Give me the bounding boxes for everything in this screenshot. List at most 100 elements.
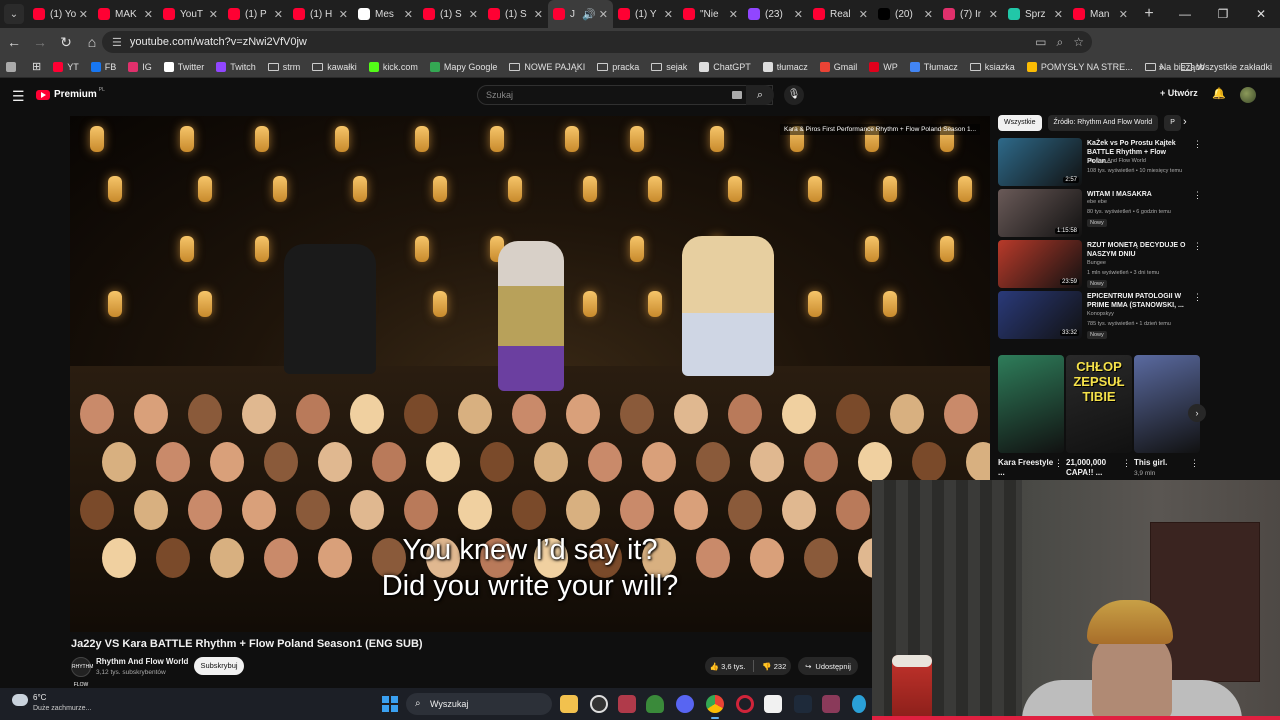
bookmark-item[interactable]: kawałki — [312, 62, 357, 72]
more-options-icon[interactable]: ⋮ — [1190, 458, 1199, 469]
opera-icon[interactable] — [736, 695, 754, 713]
vpn-icon[interactable] — [646, 695, 664, 713]
browser-tab[interactable]: J 🔊 ✕ — [548, 0, 613, 28]
dislike-button[interactable]: 👎 232 — [762, 662, 786, 671]
bookmark-item[interactable]: tłumacz — [762, 61, 808, 72]
address-bar[interactable]: ☰ youtube.com/watch?v=zNwi2VfV0jw ▭ ⌕ ☆ — [102, 31, 1092, 53]
recommended-channel[interactable]: ebe ebe — [1087, 199, 1107, 205]
more-options-icon[interactable]: ⋮ — [1193, 190, 1202, 201]
short-thumbnail[interactable] — [1134, 355, 1200, 453]
tab-close-icon[interactable]: ✕ — [599, 8, 608, 21]
new-tab-button[interactable]: + — [1137, 5, 1161, 23]
more-bookmarks-icon[interactable]: » — [1158, 62, 1163, 72]
tab-close-icon[interactable]: ✕ — [794, 8, 803, 21]
weather-temp[interactable]: 6°C — [33, 693, 46, 702]
minimize-icon[interactable]: — — [1166, 0, 1204, 28]
filter-chip[interactable]: Wszystkie — [998, 115, 1042, 131]
bookmark-item[interactable]: IG — [128, 61, 152, 72]
browser-tab[interactable]: (1) P ✕ — [223, 0, 288, 28]
bookmark-item[interactable]: Gmail — [819, 61, 857, 72]
recommended-title[interactable]: RZUT MONETĄ DECYDUJE O NASZYM DNIU — [1087, 241, 1187, 259]
forward-icon[interactable]: → — [28, 34, 52, 50]
bookmark-item[interactable]: ChatGPT — [699, 61, 751, 72]
video-thumbnail[interactable]: 2:57 — [998, 138, 1082, 186]
capcut-icon[interactable] — [764, 695, 782, 713]
recommended-channel[interactable]: Bungee — [1087, 260, 1106, 266]
recommended-video[interactable]: 33:32 EPICENTRUM PATOLOGII W PRIME MMA (S… — [998, 291, 1202, 339]
file-explorer-icon[interactable] — [560, 695, 578, 713]
apps-icon[interactable] — [6, 61, 20, 72]
filter-chip[interactable]: P — [1164, 115, 1181, 131]
channel-avatar[interactable]: RHYTHM FLOW — [71, 657, 93, 688]
short-title[interactable]: Kara Freestyle ... — [998, 458, 1058, 478]
tab-close-icon[interactable]: ✕ — [339, 8, 348, 21]
bookmark-item[interactable]: ksiazka — [969, 62, 1015, 72]
share-button[interactable]: ↪ Udostępnij — [798, 657, 858, 675]
bookmark-item[interactable]: WP — [869, 61, 898, 72]
tab-close-icon[interactable]: ✕ — [1054, 8, 1063, 21]
browser-tab[interactable]: Sprz ✕ — [1003, 0, 1068, 28]
bookmark-item[interactable]: sejak — [651, 62, 687, 72]
browser-tab[interactable]: (1) H ✕ — [288, 0, 353, 28]
taskbar-search[interactable]: ⌕ Wyszukaj — [406, 693, 552, 715]
grid-icon[interactable]: ⊞ — [32, 60, 41, 73]
tab-close-icon[interactable]: ✕ — [989, 8, 998, 21]
hamburger-menu-icon[interactable]: ☰ — [12, 88, 25, 105]
bookmark-item[interactable]: POMYSŁY NA STRE... — [1026, 61, 1133, 72]
keyboard-icon[interactable] — [732, 91, 742, 99]
app-icon[interactable] — [590, 695, 608, 713]
search-icon[interactable]: ⌕ — [746, 85, 774, 105]
search-input[interactable]: Szukaj — [477, 85, 773, 105]
tab-search-button[interactable]: ⌄ — [4, 4, 24, 24]
cast-icon[interactable]: ▭ — [1035, 35, 1046, 49]
video-thumbnail[interactable]: 33:32 — [998, 291, 1082, 339]
more-options-icon[interactable]: ⋮ — [1054, 458, 1063, 469]
tab-close-icon[interactable]: ✕ — [274, 8, 283, 21]
more-options-icon[interactable]: ⋮ — [1193, 292, 1202, 303]
home-icon[interactable]: ⌂ — [80, 34, 104, 50]
like-button[interactable]: 👍 3,6 tys. — [710, 662, 746, 671]
tab-close-icon[interactable]: ✕ — [1119, 8, 1128, 21]
more-options-icon[interactable]: ⋮ — [1193, 139, 1202, 150]
subscribe-button[interactable]: Subskrybuj — [194, 657, 244, 675]
account-avatar[interactable] — [1240, 87, 1256, 103]
browser-tab[interactable]: (1) S ✕ — [483, 0, 548, 28]
tab-close-icon[interactable]: ✕ — [534, 8, 543, 21]
edge-icon[interactable] — [852, 695, 866, 713]
site-info-icon[interactable]: ☰ — [112, 36, 122, 49]
start-button[interactable] — [382, 696, 398, 712]
microphone-icon[interactable]: 🎙 — [784, 85, 804, 105]
tab-close-icon[interactable]: ✕ — [664, 8, 673, 21]
tab-close-icon[interactable]: ✕ — [859, 8, 868, 21]
bookmark-star-icon[interactable]: ☆ — [1073, 35, 1084, 49]
notifications-bell-icon[interactable]: 🔔 — [1212, 87, 1226, 100]
browser-tab[interactable]: Real ✕ — [808, 0, 873, 28]
tab-close-icon[interactable]: ✕ — [79, 8, 88, 21]
filter-chip[interactable]: Źródło: Rhythm And Flow World — [1047, 115, 1159, 131]
browser-tab[interactable]: (1) Y ✕ — [613, 0, 678, 28]
video-thumbnail[interactable]: 1:15:58 — [998, 189, 1082, 237]
chrome-icon[interactable] — [706, 695, 724, 719]
weather-description[interactable]: Duże zachmurze... — [33, 705, 91, 712]
tab-close-icon[interactable]: ✕ — [924, 8, 933, 21]
discord-icon[interactable] — [676, 695, 694, 713]
recommended-channel[interactable]: Konopskyy — [1087, 311, 1114, 317]
more-options-icon[interactable]: ⋮ — [1122, 458, 1131, 469]
browser-tab[interactable]: MAK ✕ — [93, 0, 158, 28]
recommended-video[interactable]: 1:15:58 WITAM I MASAKRA ebe ebe 80 tys. wyś… — [998, 189, 1202, 237]
tab-close-icon[interactable]: ✕ — [469, 8, 478, 21]
browser-tab[interactable]: Man ✕ — [1068, 0, 1133, 28]
channel-name[interactable]: Rhythm And Flow World — [96, 657, 188, 666]
browser-tab[interactable]: (20) ✕ — [873, 0, 938, 28]
audio-icon[interactable]: 🔊 — [582, 8, 596, 21]
more-options-icon[interactable]: ⋮ — [1193, 241, 1202, 252]
video-thumbnail[interactable]: 23:59 — [998, 240, 1082, 288]
browser-tab[interactable]: (1) Yo ✕ — [28, 0, 93, 28]
app-icon-dark[interactable] — [794, 695, 812, 713]
bookmark-item[interactable]: FB — [90, 61, 116, 72]
tab-close-icon[interactable]: ✕ — [729, 8, 738, 21]
browser-tab[interactable]: (1) S ✕ — [418, 0, 483, 28]
create-button[interactable]: + Utwórz — [1160, 88, 1198, 98]
short-title[interactable]: This girl. — [1134, 458, 1194, 468]
zoom-icon[interactable]: ⌕ — [1057, 35, 1064, 50]
